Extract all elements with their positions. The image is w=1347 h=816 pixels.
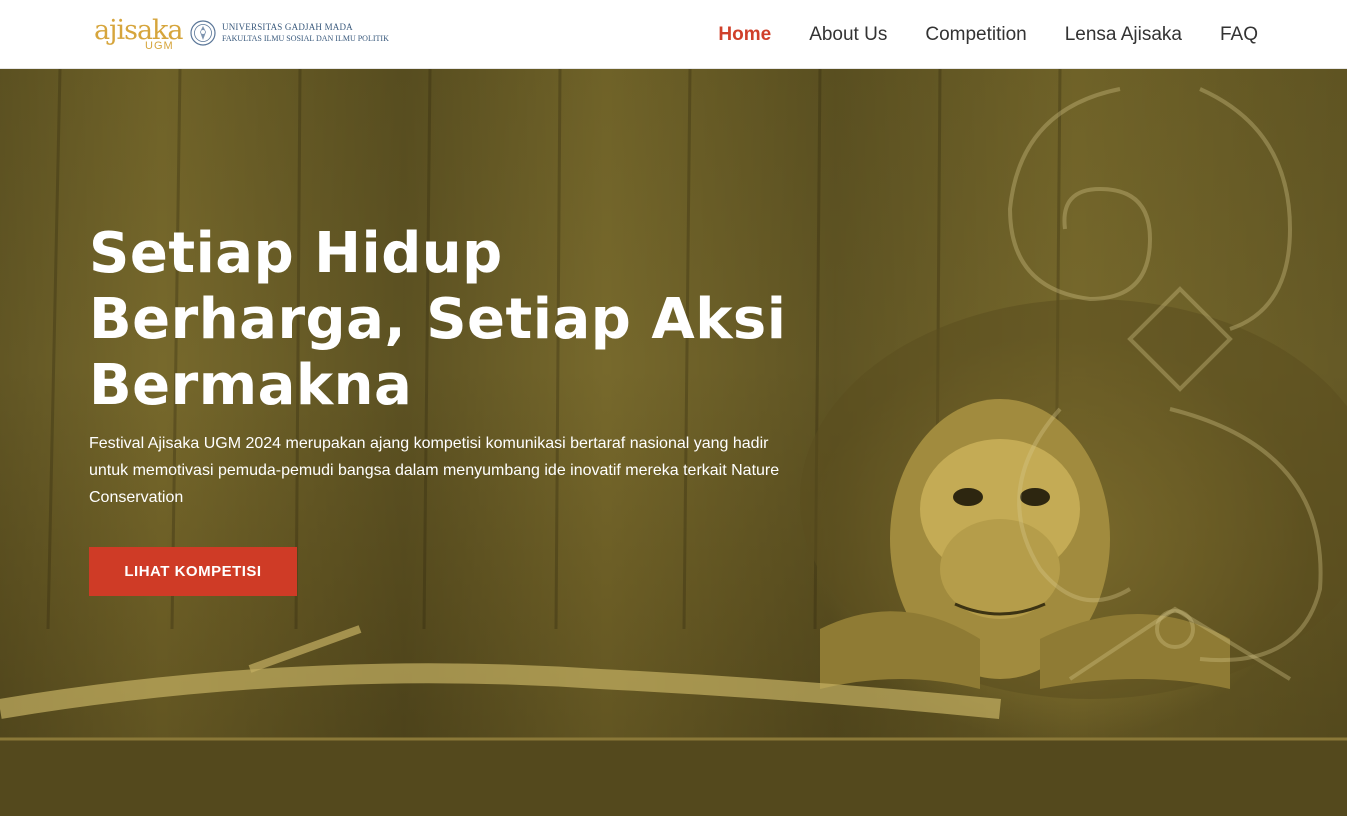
hero-description: Festival Ajisaka UGM 2024 merupakan ajan… <box>89 435 780 506</box>
hero-title-line-3: Bermakna <box>89 353 413 418</box>
nav-faq[interactable]: FAQ <box>1220 24 1258 46</box>
nav-lensa-ajisaka[interactable]: Lensa Ajisaka <box>1065 24 1182 46</box>
lihat-kompetisi-button[interactable]: LIHAT KOMPETISI <box>89 547 297 596</box>
main-nav: Home About Us Competition Lensa Ajisaka … <box>680 0 1258 69</box>
nav-about-us[interactable]: About Us <box>809 24 887 46</box>
university-name: UNIVERSITAS GADJAH MADA <box>222 22 353 32</box>
hero-title: Setiap Hidup Berharga, Setiap Aksi Berma… <box>89 221 829 419</box>
ajisaka-logo-sub: UGM <box>145 40 174 52</box>
hero-title-line-2: Berharga, Setiap Aksi <box>89 287 787 352</box>
ugm-seal-icon <box>190 20 216 46</box>
nav-home[interactable]: Home <box>718 24 771 46</box>
top-navbar: ajisaka UGM UNIVERSITAS GADJAH MADA FAKU… <box>0 0 1347 69</box>
faculty-name: FAKULTAS ILMU SOSIAL DAN ILMU POLITIK <box>222 34 389 43</box>
brand-logo[interactable]: ajisaka UGM UNIVERSITAS GADJAH MADA FAKU… <box>94 16 394 56</box>
hero-section: Setiap Hidup Berharga, Setiap Aksi Berma… <box>0 69 1347 816</box>
hero-title-line-1: Setiap Hidup <box>89 221 503 286</box>
nav-competition[interactable]: Competition <box>925 24 1026 46</box>
